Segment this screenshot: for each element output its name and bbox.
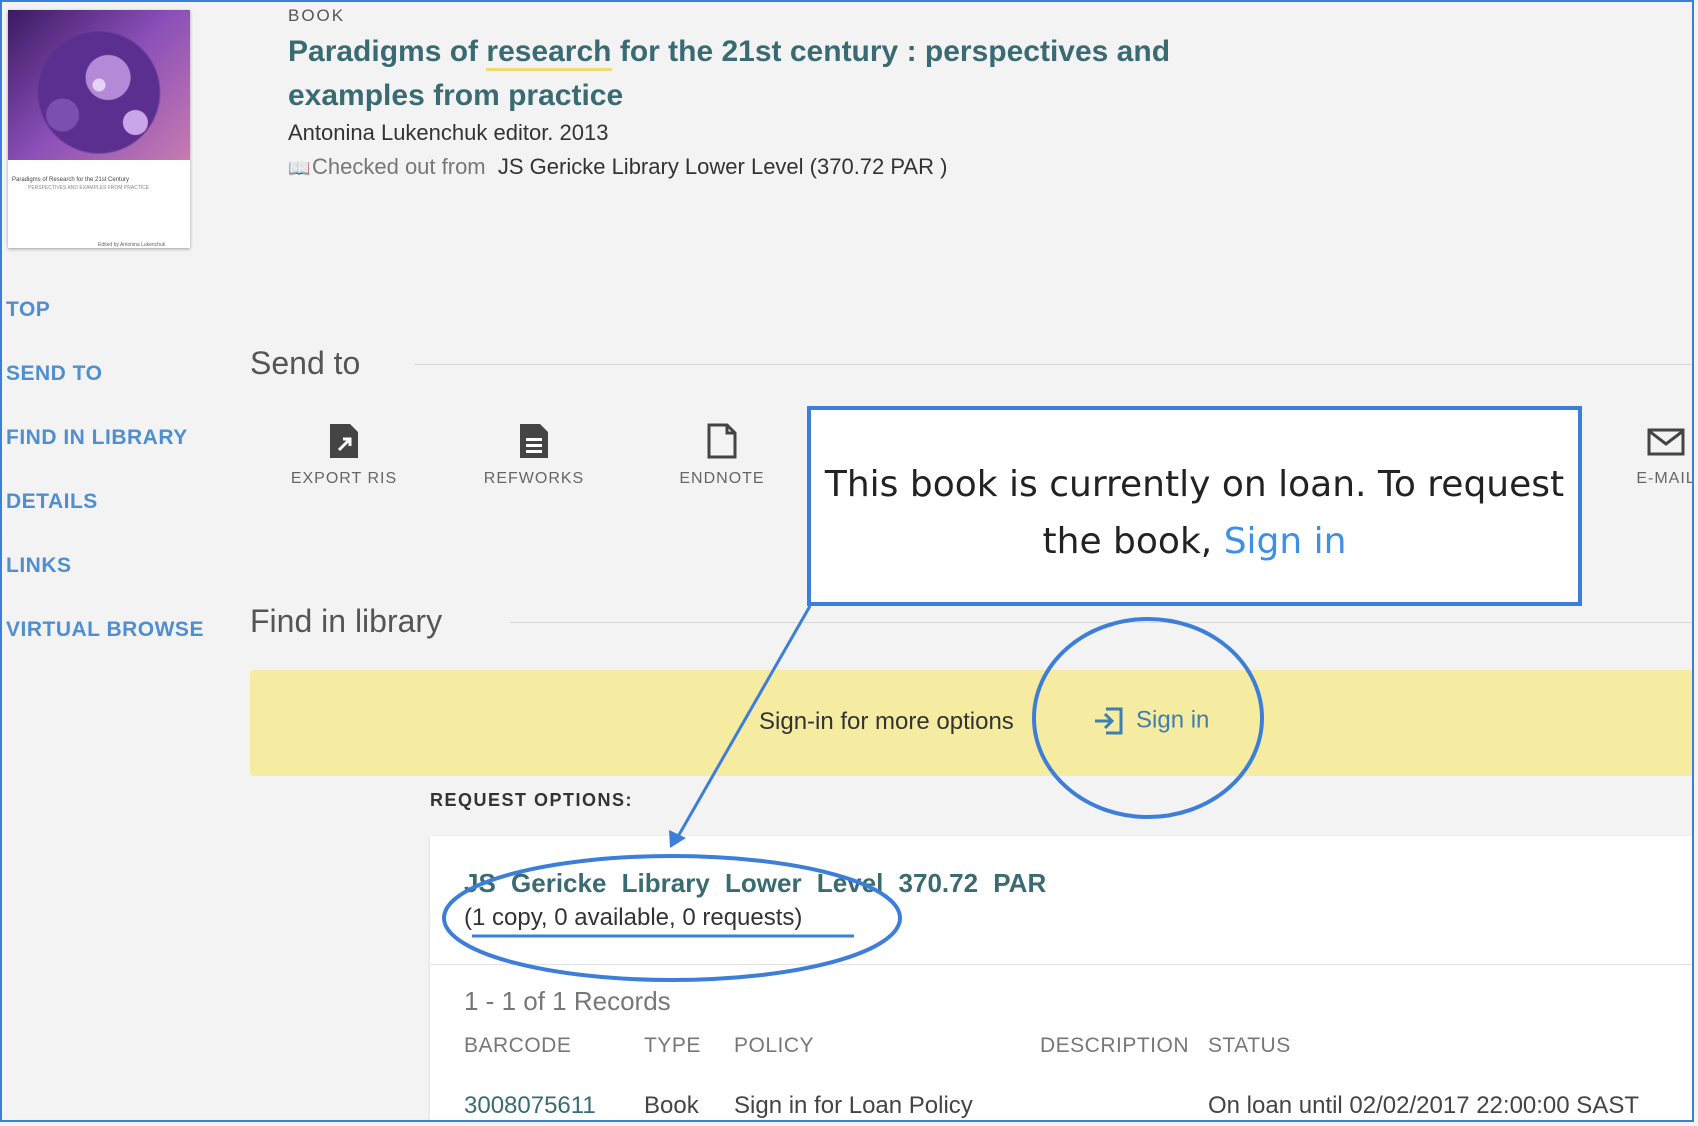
nav-find-in-library[interactable]: FIND IN LIBRARY — [6, 426, 188, 450]
endnote-label: ENDNOTE — [679, 470, 765, 487]
title-part: Paradigms of — [288, 35, 487, 68]
request-options-label: REQUEST OPTIONS: — [430, 790, 634, 810]
email-icon — [1647, 428, 1685, 456]
refworks-label: REFWORKS — [483, 470, 585, 487]
record-title[interactable]: Paradigms of research for the 21st centu… — [288, 30, 1268, 118]
item-type: Book — [644, 1092, 699, 1119]
cover-subtitle: PERSPECTIVES AND EXAMPLES FROM PRACTICE — [28, 185, 150, 191]
column-header-type: TYPE — [644, 1034, 701, 1057]
cover-art — [8, 10, 190, 160]
callout-sign-in-link[interactable]: Sign in — [1224, 521, 1347, 562]
signin-banner-text: Sign-in for more options — [759, 708, 1014, 735]
screenshot-frame: Paradigms of Research for the 21st Centu… — [0, 0, 1694, 1122]
find-in-library-heading: Find in library — [250, 603, 443, 639]
email-button[interactable]: E-MAIL — [1596, 422, 1694, 488]
availability-line: 📖Checked out from JS Gericke Library Low… — [288, 154, 947, 180]
signin-link-label: Sign in — [1136, 706, 1210, 734]
nav-send-to[interactable]: SEND TO — [6, 362, 102, 386]
holding-divider — [430, 964, 1692, 965]
author-line: Antonina Lukenchuk editor. 2013 — [288, 120, 609, 145]
export-ris-label: EXPORT RIS — [290, 470, 398, 487]
loan-info-callout: This book is currently on loan. To reque… — [807, 406, 1582, 606]
nav-links[interactable]: LINKS — [6, 554, 72, 578]
nav-details[interactable]: DETAILS — [6, 490, 98, 514]
title-highlight: research — [486, 35, 612, 71]
item-status: On loan until 02/02/2017 22:00:00 SAST — [1208, 1092, 1639, 1119]
send-to-divider — [414, 364, 1692, 365]
availability-location[interactable]: JS Gericke Library Lower Level (370.72 P… — [498, 154, 948, 179]
send-to-heading: Send to — [250, 345, 361, 381]
column-header-description: DESCRIPTION — [1040, 1034, 1190, 1057]
column-header-policy: POLICY — [734, 1034, 815, 1057]
export-ris-button[interactable]: EXPORT RIS — [274, 422, 414, 488]
holding-counts: (1 copy, 0 available, 0 requests) — [464, 904, 803, 931]
column-header-status: STATUS — [1208, 1034, 1291, 1057]
records-count: 1 - 1 of 1 Records — [464, 986, 671, 1016]
refworks-button[interactable]: REFWORKS — [464, 422, 604, 488]
sign-in-icon — [1095, 707, 1123, 735]
endnote-icon — [707, 423, 737, 459]
endnote-button[interactable]: ENDNOTE — [652, 422, 792, 488]
availability-prefix: Checked out from — [312, 154, 486, 179]
signin-banner-link[interactable]: Sign in — [1092, 704, 1209, 738]
export-ris-icon — [330, 424, 358, 458]
item-barcode[interactable]: 3008075611 — [464, 1092, 596, 1120]
nav-top[interactable]: TOP — [6, 298, 50, 322]
callout-text: This book is currently on loan. To reque… — [824, 464, 1565, 562]
record-type-label: BOOK — [288, 6, 346, 25]
holding-location[interactable]: JS Gericke Library Lower Level 370.72 PA… — [464, 868, 1046, 899]
item-policy: Sign in for Loan Policy — [734, 1092, 973, 1119]
email-label: E-MAIL — [1636, 470, 1694, 487]
book-availability-icon: 📖 — [288, 158, 311, 178]
find-in-library-divider — [510, 622, 1692, 623]
nav-virtual-browse[interactable]: VIRTUAL BROWSE — [6, 618, 204, 642]
column-header-barcode: BARCODE — [464, 1034, 572, 1057]
cover-title: Paradigms of Research for the 21st Centu… — [12, 177, 130, 183]
book-cover-thumbnail[interactable]: Paradigms of Research for the 21st Centu… — [8, 10, 190, 248]
refworks-icon — [520, 424, 548, 458]
cover-editor: Edited by Antonina Lukenchuk — [98, 242, 166, 248]
